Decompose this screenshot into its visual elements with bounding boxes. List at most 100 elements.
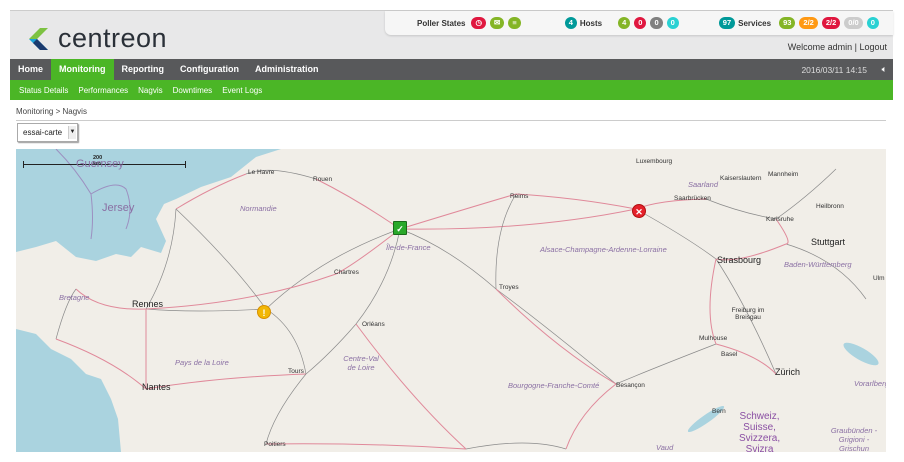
city-label: Freiburg im Breisgau (731, 307, 765, 321)
sea-atlantic (16, 329, 121, 452)
services-warning-badge[interactable]: 2/2 (799, 17, 818, 29)
breadcrumb-monitoring[interactable]: Monitoring (16, 107, 53, 116)
city-label: Ulm (873, 275, 885, 282)
map-view[interactable]: 200 km Guernsey Jersey Le Havre Rouen Re… (16, 149, 886, 452)
city-label: Nantes (142, 382, 171, 392)
road-line (175, 208, 267, 310)
hosts-up-badge[interactable]: 4 (618, 17, 631, 29)
road-line (145, 273, 337, 310)
welcome-text: Welcome admin (787, 42, 853, 52)
datetime: 2016/03/11 14:15 (801, 65, 867, 75)
region-label: Baden-Württemberg (784, 260, 852, 269)
road-line (399, 228, 497, 290)
country-label-line: Svizzera, (739, 433, 781, 444)
subnav-event-logs[interactable]: Event Logs (217, 86, 267, 95)
city-label: Rouen (313, 176, 333, 183)
road-line (145, 308, 267, 312)
nav-administration[interactable]: Administration (247, 59, 327, 80)
road-line (495, 288, 617, 385)
region-label: Île-de-France (386, 243, 431, 252)
city-label: Besançon (616, 382, 645, 389)
road-line (315, 178, 401, 230)
road-line (565, 383, 617, 450)
city-label: Chartres (334, 269, 359, 276)
lake-constance (843, 342, 879, 366)
country-label: Schweiz, Suisse, Svizzera, Svizra (739, 411, 780, 452)
region-label: Bourgogne-Franche-Comté (508, 381, 600, 390)
road-line (265, 228, 401, 310)
region-label: Vorarlberg (854, 379, 886, 388)
city-label: Troyes (499, 284, 519, 291)
city-label: Stuttgart (811, 237, 846, 247)
hosts-down-badge[interactable]: 0 (634, 17, 647, 29)
road-line (265, 308, 307, 375)
services-label[interactable]: Services (738, 19, 771, 28)
hosts-pending-badge[interactable]: 0 (666, 17, 679, 29)
subnav-status-details[interactable]: Status Details (14, 86, 73, 95)
nav-configuration[interactable]: Configuration (172, 59, 247, 80)
island-label: Jersey (102, 202, 135, 214)
city-label: Basel (721, 351, 738, 358)
city-label: Orléans (362, 321, 385, 328)
city-label: Mannheim (768, 171, 799, 178)
hosts-label[interactable]: Hosts (580, 19, 602, 28)
city-label: Karlsruhe (766, 216, 794, 223)
city-label: Le Havre (248, 169, 275, 176)
road-line (495, 288, 617, 385)
road-line (399, 208, 637, 230)
region-label: Centre-Val de Loire (343, 354, 379, 372)
map-select-value: essai-carte (23, 128, 63, 137)
breadcrumb-nagvis[interactable]: Nagvis (63, 107, 87, 116)
sound-icon[interactable]: 🔈︎ (882, 64, 887, 75)
subnav-performances[interactable]: Performances (73, 86, 133, 95)
breadcrumb-separator: > (55, 107, 61, 116)
user-area: Welcome admin | Logout (787, 42, 887, 52)
poller-inbox-icon[interactable]: ✉ (490, 17, 505, 29)
road-line (785, 243, 867, 300)
nav-monitoring[interactable]: Monitoring (51, 59, 114, 80)
centreon-logo[interactable]: centreon (24, 23, 167, 54)
road-line (615, 343, 717, 385)
nav-home[interactable]: Home (10, 59, 51, 80)
road-line (265, 373, 307, 445)
map-select[interactable]: essai-carte ▼ (17, 123, 78, 142)
city-label: Poitiers (264, 441, 286, 448)
ok-status-marker[interactable]: ✓ (393, 221, 407, 235)
nav-reporting[interactable]: Reporting (114, 59, 173, 80)
header: centreon Poller States ◷ ✉ ≡ 4 Hosts 4 0… (10, 10, 893, 59)
city-label: Luxembourg (636, 158, 673, 165)
centreon-logo-icon (29, 27, 48, 50)
logout-link[interactable]: Logout (859, 42, 887, 52)
warning-status-marker[interactable]: ! (257, 305, 271, 319)
road-line (709, 258, 717, 345)
hosts-unreachable-badge[interactable]: 0 (650, 17, 663, 29)
services-unknown-badge[interactable]: 0/0 (844, 17, 863, 29)
region-label: Pays de la Loire (175, 358, 229, 367)
sub-nav: Status Details Performances Nagvis Downt… (10, 80, 893, 100)
hosts-total-badge[interactable]: 4 (564, 17, 577, 29)
divider (16, 120, 886, 121)
city-label: Heilbronn (816, 203, 844, 210)
road-line (465, 442, 567, 450)
services-total-badge[interactable]: 97 (718, 17, 736, 29)
city-label: Mulhouse (699, 335, 728, 342)
road-line (515, 193, 637, 210)
region-label: Vaud (656, 443, 674, 452)
city-label: Strasbourg (717, 255, 762, 265)
breadcrumb: Monitoring > Nagvis (16, 107, 87, 116)
road-line (355, 323, 467, 450)
services-critical-badge[interactable]: 2/2 (821, 17, 841, 29)
poller-clock-icon[interactable]: ◷ (471, 17, 487, 29)
region-label: Graubünden - Grigioni - Grischun (830, 426, 878, 452)
country-label-line: Svizra (745, 444, 774, 452)
subnav-downtimes[interactable]: Downtimes (168, 86, 218, 95)
subnav-nagvis[interactable]: Nagvis (133, 86, 167, 95)
chevron-down-icon: ▼ (68, 126, 76, 139)
services-ok-badge[interactable]: 93 (779, 17, 796, 29)
region-label: Saarland (688, 180, 719, 189)
critical-status-marker[interactable]: ✕ (632, 204, 646, 218)
city-label: Zürich (775, 367, 801, 377)
island-label: Guernsey (76, 158, 124, 170)
services-pending-badge[interactable]: 0 (866, 17, 879, 29)
poller-database-icon[interactable]: ≡ (508, 17, 521, 29)
